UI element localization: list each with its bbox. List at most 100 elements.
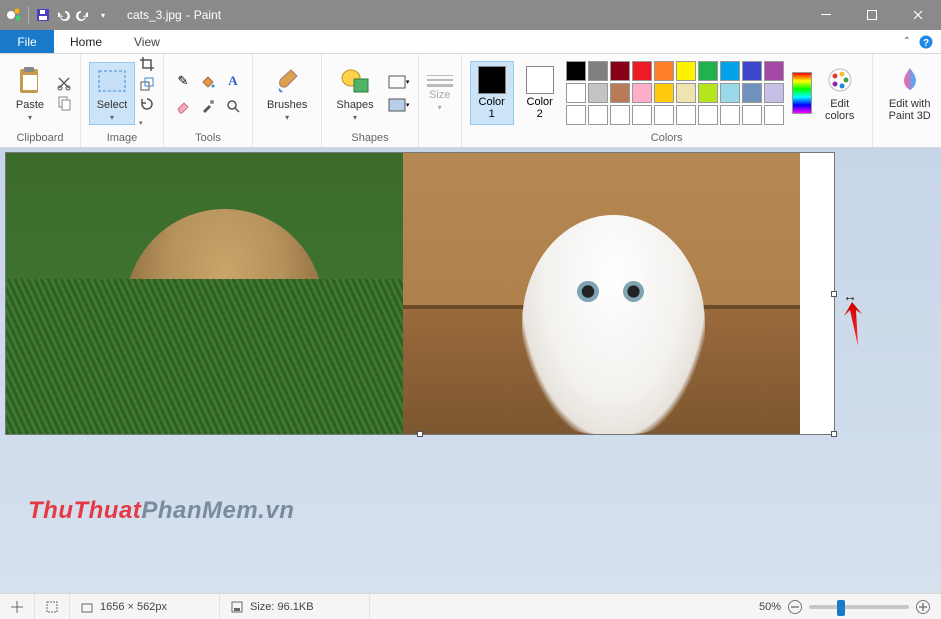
palette-swatch[interactable] [720,61,740,81]
color-palette [566,61,784,125]
palette-swatch[interactable] [764,83,784,103]
palette-swatch[interactable] [654,105,674,125]
shapes-icon [339,65,371,97]
palette-swatch[interactable] [654,61,674,81]
palette-swatch[interactable] [698,83,718,103]
pencil-icon[interactable]: ✎ [172,70,194,92]
text-icon[interactable]: A [222,70,244,92]
home-tab[interactable]: Home [54,30,118,53]
palette-swatch[interactable] [676,61,696,81]
palette-swatch[interactable] [764,105,784,125]
qat-dropdown-icon[interactable]: ▾ [95,7,111,23]
title-bar: ▾ cats_3.jpg - Paint [0,0,941,30]
paint-window: ▾ cats_3.jpg - Paint File Home View ⌃ ? [0,0,941,619]
zoom-in-button[interactable] [915,599,931,615]
canvas-image [6,153,800,434]
palette-swatch[interactable] [610,105,630,125]
color1-swatch [478,66,506,94]
palette-swatch[interactable] [698,105,718,125]
copy-icon[interactable] [56,95,72,111]
quick-access-toolbar: ▾ [0,6,117,24]
canvas-dimensions-cell: 1656 × 562px [70,594,220,619]
palette-swatch[interactable] [588,83,608,103]
crop-icon[interactable] [139,56,155,72]
rotate-icon[interactable]: ▾ [139,96,155,130]
palette-swatch[interactable] [742,61,762,81]
color-picker-icon[interactable] [197,95,219,117]
resize-handle-bottom[interactable] [417,431,423,437]
maximize-button[interactable] [849,0,895,30]
file-tab[interactable]: File [0,30,54,53]
tools-group: ✎ A Tools [164,54,253,147]
brushes-group: Brushes ▾ . [253,54,322,147]
status-bar: 1656 × 562px Size: 96.1KB 50% [0,593,941,619]
palette-swatch[interactable] [632,83,652,103]
canvas-area[interactable]: ↔ ThuThuatPhanMem.vn [0,148,941,593]
resize-handle-right[interactable] [831,291,837,297]
shapes-button[interactable]: Shapes ▾ [330,63,379,124]
size-button[interactable]: Size ▾ [427,75,453,112]
palette-swatch[interactable] [698,61,718,81]
selection-icon [45,600,59,614]
undo-icon[interactable] [55,7,71,23]
palette-swatch[interactable] [742,105,762,125]
watermark: ThuThuatPhanMem.vn [28,497,294,525]
palette-swatch[interactable] [566,83,586,103]
palette-swatch[interactable] [588,105,608,125]
resize-handle-corner[interactable] [831,431,837,437]
shape-outline-icon[interactable]: ▾ [388,72,410,92]
palette-swatch[interactable] [720,105,740,125]
palette-swatch[interactable] [764,61,784,81]
close-button[interactable] [895,0,941,30]
select-button[interactable]: Select ▾ [89,62,135,125]
shape-fill-icon[interactable]: ▾ [388,95,410,115]
palette-swatch[interactable] [676,83,696,103]
palette-swatch[interactable] [632,61,652,81]
zoom-slider[interactable] [809,605,909,609]
palette-swatch[interactable] [676,105,696,125]
dimensions-icon [80,600,94,614]
minimize-button[interactable] [803,0,849,30]
palette-swatch[interactable] [610,61,630,81]
color1-button[interactable]: Color 1 [470,61,514,125]
redo-icon[interactable] [75,7,91,23]
palette-swatch[interactable] [742,83,762,103]
edit-paint3d-button[interactable]: Edit with Paint 3D [881,62,939,124]
edit-colors-button[interactable]: Edit colors [816,62,864,124]
paste-icon [14,65,46,97]
palette-swatch[interactable] [632,105,652,125]
palette-swatch[interactable] [566,105,586,125]
save-icon[interactable] [35,7,51,23]
colors-group: Color 1 Color 2 Edit colors Colors [462,54,873,147]
select-icon [96,65,128,97]
ribbon-tab-bar: File Home View ⌃ ? [0,30,941,54]
zoom-level: 50% [759,601,781,613]
brushes-button[interactable]: Brushes ▾ [261,63,313,124]
selection-size-cell [35,594,70,619]
cut-icon[interactable] [56,75,72,91]
file-size-cell: Size: 96.1KB [220,594,370,619]
paste-button[interactable]: Paste ▾ [8,63,52,124]
help-icon[interactable]: ? [919,35,933,49]
color2-button[interactable]: Color 2 [518,62,562,124]
palette-swatch[interactable] [588,61,608,81]
palette-swatch[interactable] [610,83,630,103]
eraser-icon[interactable] [172,95,194,117]
ribbon: Paste ▾ Clipboard Select ▾ [0,54,941,148]
resize-icon[interactable] [139,76,155,92]
palette-swatch[interactable] [720,83,740,103]
magnifier-icon[interactable] [222,95,244,117]
clipboard-group: Paste ▾ Clipboard [0,54,81,147]
cursor-position-icon [10,600,24,614]
fill-icon[interactable] [197,70,219,92]
zoom-controls: 50% [749,599,941,615]
ribbon-collapse-icon[interactable]: ⌃ [903,36,911,47]
image-group: Select ▾ ▾ Image [81,54,164,147]
svg-text:?: ? [923,38,929,49]
size-group: Size ▾ . [419,54,462,147]
palette-swatch[interactable] [654,83,674,103]
view-tab[interactable]: View [118,30,176,53]
palette-swatch[interactable] [566,61,586,81]
canvas[interactable] [6,153,834,434]
zoom-out-button[interactable] [787,599,803,615]
